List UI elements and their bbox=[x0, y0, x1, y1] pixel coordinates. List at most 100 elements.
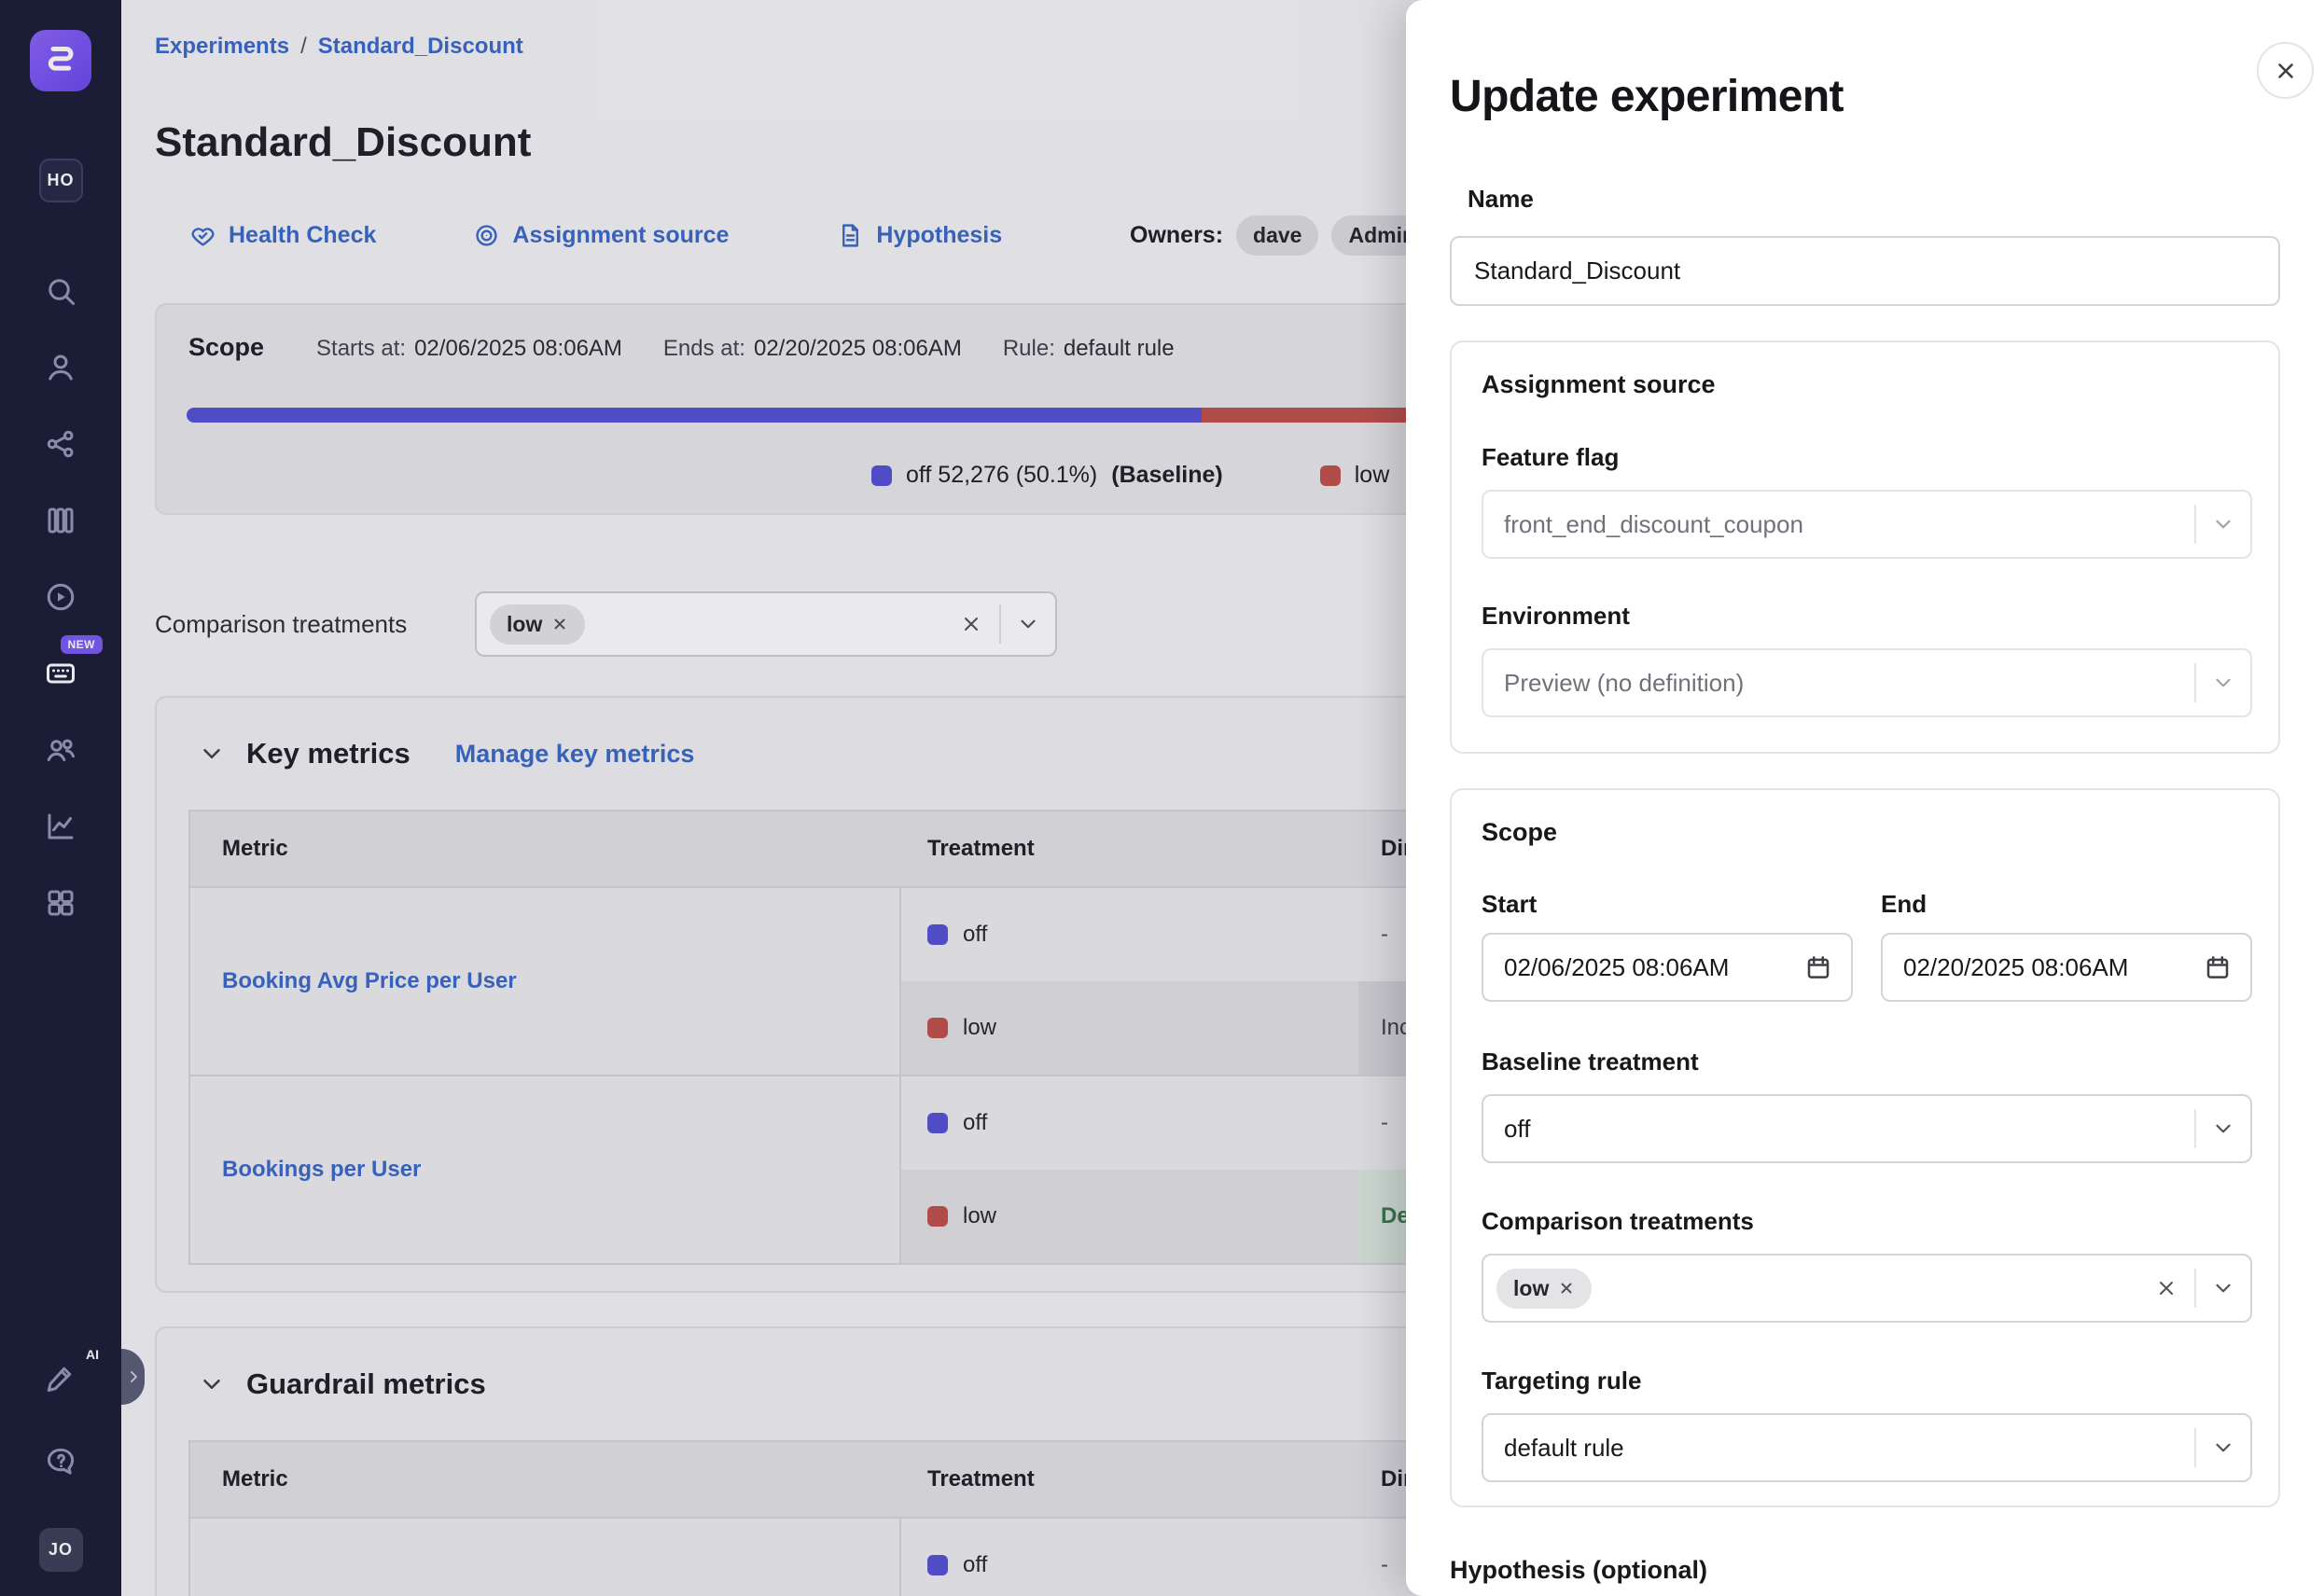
sidebar-item-users[interactable] bbox=[43, 350, 78, 385]
col-treatment: Treatment bbox=[901, 836, 1358, 862]
comparison-treatments-select[interactable]: low bbox=[475, 591, 1057, 657]
guardrail-metrics-title: Guardrail metrics bbox=[246, 1367, 486, 1401]
clear-icon[interactable] bbox=[960, 613, 982, 635]
metric-link[interactable] bbox=[190, 1519, 901, 1596]
sidebar-item-analytics[interactable]: NEW bbox=[43, 656, 78, 691]
hypothesis-label: Hypothesis bbox=[876, 222, 1002, 249]
ai-badge: AI bbox=[86, 1347, 99, 1362]
quick-links: Health Check Assignment source Hypothesi… bbox=[189, 214, 1002, 257]
scope-summary-head: Scope Starts at:02/06/2025 08:06AM Ends … bbox=[188, 333, 1216, 362]
sidebar-item-experiments[interactable] bbox=[43, 503, 78, 538]
baseline-treatment-select[interactable]: off bbox=[1482, 1094, 2252, 1163]
chevron-right-icon bbox=[125, 1368, 142, 1385]
comparison-treatments-multiselect[interactable]: low bbox=[1482, 1254, 2252, 1323]
clear-icon[interactable] bbox=[2155, 1277, 2178, 1299]
pencil-icon bbox=[44, 1361, 77, 1395]
line-chart-icon bbox=[44, 810, 77, 843]
calendar-icon bbox=[1804, 953, 1832, 981]
treatment-chip[interactable]: low bbox=[1496, 1269, 1592, 1309]
treatment-swatch bbox=[927, 1206, 948, 1227]
scope-summary-title: Scope bbox=[188, 333, 264, 362]
scope-starts-at: Starts at:02/06/2025 08:06AM bbox=[316, 336, 622, 362]
columns-icon bbox=[44, 504, 77, 537]
breadcrumb-separator: / bbox=[300, 34, 307, 60]
sidebar-item-help[interactable] bbox=[43, 1444, 78, 1479]
assignment-source-link[interactable]: Assignment source bbox=[473, 222, 729, 249]
collapse-chevron-icon[interactable] bbox=[198, 1370, 226, 1398]
sidebar-item-search[interactable] bbox=[43, 273, 78, 309]
calendar-icon bbox=[2204, 953, 2232, 981]
health-check-label: Health Check bbox=[229, 222, 376, 249]
workspace-badge[interactable]: HO bbox=[39, 159, 83, 202]
owners-label: Owners: bbox=[1130, 222, 1223, 249]
close-button[interactable] bbox=[2257, 42, 2314, 99]
baseline-swatch bbox=[871, 465, 892, 486]
metric-link[interactable]: Bookings per User bbox=[190, 1076, 901, 1263]
share-branch-icon bbox=[44, 427, 77, 461]
hypothesis-optional-label: Hypothesis (optional) bbox=[1450, 1556, 1707, 1585]
hypothesis-link[interactable]: Hypothesis bbox=[837, 222, 1002, 249]
chevron-down-icon[interactable] bbox=[2196, 1436, 2250, 1460]
sidebar-item-audiences[interactable] bbox=[43, 732, 78, 768]
page-title: Standard_Discount bbox=[155, 119, 531, 166]
close-icon bbox=[2274, 59, 2298, 83]
brand-s-icon bbox=[42, 42, 79, 79]
legend-comparison: low bbox=[1320, 462, 1390, 489]
health-check-link[interactable]: Health Check bbox=[189, 222, 376, 249]
sidebar-item-dashboards[interactable] bbox=[43, 885, 78, 921]
play-circle-icon bbox=[44, 580, 77, 614]
chip-remove-icon[interactable] bbox=[1558, 1280, 1575, 1297]
chevron-down-icon[interactable] bbox=[2196, 1117, 2250, 1141]
collapse-chevron-icon[interactable] bbox=[198, 740, 226, 768]
scope-rule: Rule:default rule bbox=[1003, 336, 1175, 362]
feature-flag-select: front_end_discount_coupon bbox=[1482, 490, 2252, 559]
scope-ends-at: Ends at:02/20/2025 08:06AM bbox=[663, 336, 962, 362]
owners: Owners: dave Admin bbox=[1130, 214, 1432, 257]
app-logo[interactable] bbox=[30, 30, 91, 91]
chevron-down-icon[interactable] bbox=[1001, 612, 1055, 636]
assignment-source-title: Assignment source bbox=[1482, 370, 1716, 399]
metric-link[interactable]: Booking Avg Price per User bbox=[190, 888, 901, 1075]
owner-chip[interactable]: dave bbox=[1236, 215, 1318, 256]
panel-title: Update experiment bbox=[1450, 71, 1844, 122]
start-date-value: 02/06/2025 08:06AM bbox=[1504, 953, 1729, 982]
legend-baseline: off 52,276 (50.1%) (Baseline) bbox=[871, 462, 1223, 489]
screen: HO NEW bbox=[0, 0, 2324, 1596]
treatment-swatch bbox=[927, 924, 948, 945]
breadcrumb-current[interactable]: Standard_Discount bbox=[318, 34, 523, 60]
comparison-treatments-label: Comparison treatments bbox=[155, 591, 407, 657]
start-date-input[interactable]: 02/06/2025 08:06AM bbox=[1482, 933, 1853, 1002]
breadcrumb: Experiments / Standard_Discount bbox=[155, 34, 523, 60]
targeting-rule-select[interactable]: default rule bbox=[1482, 1413, 2252, 1482]
user-avatar[interactable]: JO bbox=[39, 1528, 83, 1572]
end-date-input[interactable]: 02/20/2025 08:06AM bbox=[1881, 933, 2252, 1002]
chevron-down-icon[interactable] bbox=[2196, 1276, 2250, 1300]
baseline-treatment-value: off bbox=[1504, 1115, 1530, 1144]
comparison-treatments-label: Comparison treatments bbox=[1482, 1207, 1754, 1236]
sidebar-item-metrics[interactable] bbox=[43, 809, 78, 844]
treatment-swatch bbox=[927, 1113, 948, 1133]
name-input[interactable] bbox=[1450, 236, 2280, 306]
assignment-source-card: Assignment source Feature flag front_end… bbox=[1450, 340, 2280, 754]
chevron-down-icon bbox=[2196, 512, 2250, 536]
targeting-rule-label: Targeting rule bbox=[1482, 1367, 1641, 1395]
sidebar-bottom: AI JO bbox=[39, 1360, 83, 1572]
feature-flag-value: front_end_discount_coupon bbox=[1504, 510, 1803, 539]
col-metric: Metric bbox=[190, 836, 901, 862]
manage-key-metrics-link[interactable]: Manage key metrics bbox=[455, 740, 695, 769]
sidebar-item-feature-flags[interactable] bbox=[43, 426, 78, 462]
chevron-down-icon bbox=[2196, 671, 2250, 695]
chip-remove-icon[interactable] bbox=[551, 616, 568, 632]
comparison-treatments-row: Comparison treatments low bbox=[155, 591, 1461, 657]
exposure-bar-baseline bbox=[187, 408, 1202, 423]
user-icon bbox=[44, 351, 77, 384]
document-icon bbox=[837, 222, 864, 249]
sidebar-item-ai-assistant[interactable]: AI bbox=[43, 1360, 78, 1395]
search-icon bbox=[44, 274, 77, 308]
environment-value: Preview (no definition) bbox=[1504, 669, 1744, 698]
treatment-chip[interactable]: low bbox=[490, 604, 585, 645]
update-experiment-panel: Update experiment Name Assignment source… bbox=[1406, 0, 2324, 1596]
treatment-swatch bbox=[927, 1018, 948, 1038]
sidebar-item-pulse[interactable] bbox=[43, 579, 78, 615]
breadcrumb-experiments[interactable]: Experiments bbox=[155, 34, 289, 60]
